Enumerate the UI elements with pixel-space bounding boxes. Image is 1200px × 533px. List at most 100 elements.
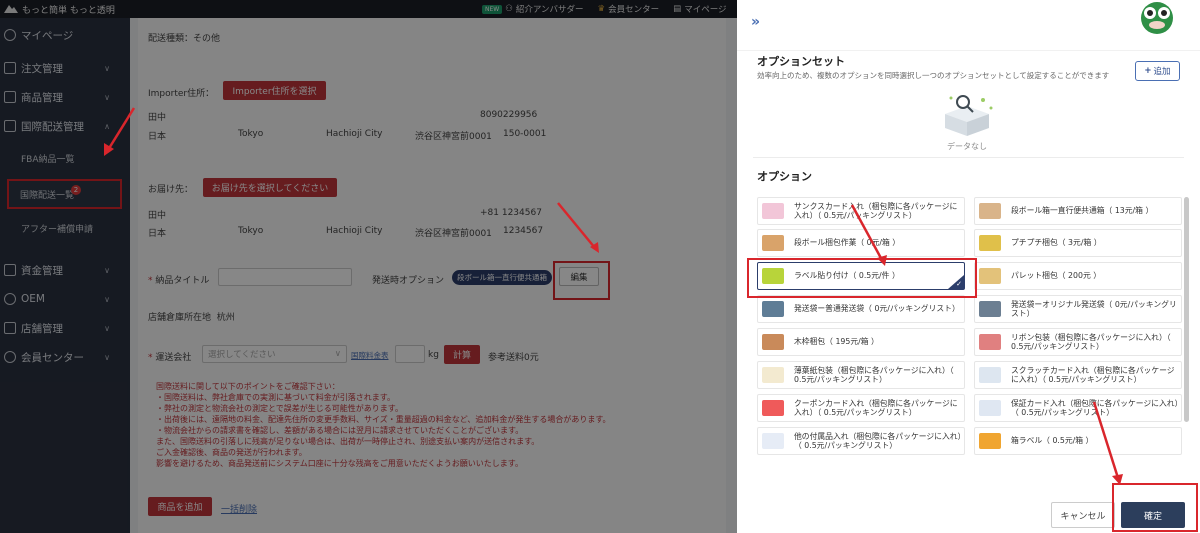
- intl-rates-link[interactable]: 国際料金表: [351, 350, 389, 361]
- orders-icon: [4, 62, 16, 74]
- confirm-button[interactable]: 確定: [1121, 502, 1185, 528]
- note-line: ・出荷後には、遠隔地の料金、配達先住所の変更手数料、サイズ・重量超過の料金など、…: [156, 415, 611, 424]
- carrier-select[interactable]: 選択してください ∨: [202, 345, 347, 363]
- option-card[interactable]: 発送袋ーオリジナル発送袋（ 0元/パッキングリスト）: [974, 295, 1182, 323]
- cancel-button[interactable]: キャンセル: [1051, 502, 1115, 528]
- option-label: 段ボール梱包作業（ 0元/箱 ）: [794, 238, 901, 248]
- empty-text: データなし: [947, 142, 987, 151]
- delivery-title-label: * 納品タイトル: [148, 276, 210, 286]
- delivery-title-input[interactable]: [218, 268, 352, 286]
- delivery-label: お届け先：: [148, 185, 194, 195]
- option-label: ラベル貼り付け（ 0.5元/件 ）: [794, 271, 900, 281]
- dashboard-icon: [4, 29, 16, 41]
- shop-icon: [4, 322, 16, 334]
- chevron-down-icon: ∨: [104, 265, 110, 275]
- select-importer-button[interactable]: Importer住所を選択: [223, 81, 326, 100]
- option-thumbnail-icon: [762, 433, 784, 449]
- option-thumbnail-icon: [979, 203, 1001, 219]
- option-drawer: » オプションセット 効率向上のため、複数のオプションを同時選択し一つのオプショ…: [737, 0, 1200, 533]
- mypage-label: マイページ: [684, 5, 727, 15]
- brand[interactable]: もっと簡単 もっと透明: [0, 3, 200, 16]
- option-label: スクラッチカード入れ（梱包際に各パッケージに入れ）（ 0.5元/パッキングリスト…: [1011, 365, 1175, 385]
- sidebar-item-after-service[interactable]: アフター補償申請: [0, 217, 130, 239]
- option-label: 薄葉紙包装（梱包際に各パッケージに入れ）（ 0.5元/パッキングリスト）: [794, 365, 954, 385]
- sidebar-item-label: OEM: [21, 293, 45, 305]
- ambassador-link[interactable]: NEW ⚇ 紹介アンバサダー: [482, 3, 584, 15]
- chevron-down-icon: ∨: [104, 92, 110, 102]
- option-thumbnail-icon: [979, 301, 1001, 317]
- brand-tagline: もっと簡単 もっと透明: [22, 5, 115, 16]
- member-center-link[interactable]: ♛ 会員センター: [598, 3, 660, 15]
- sidebar-item-shops[interactable]: 店舗管理 ∨: [0, 315, 130, 341]
- option-label: クーポンカード入れ（梱包際に各パッケージに入れ）（ 0.5元/パッキングリスト）: [794, 398, 958, 418]
- ship-option-tag: 段ボール箱一直行便共通箱: [452, 270, 552, 285]
- sidebar-item-funds[interactable]: 資金管理 ∨: [0, 257, 130, 283]
- avatar[interactable]: [1137, 0, 1177, 36]
- importer-country: 日本: [148, 132, 167, 142]
- chevron-up-icon: ∧: [104, 121, 110, 131]
- collapse-icon[interactable]: »: [751, 14, 760, 30]
- sidebar-item-products[interactable]: 商品管理 ∨: [0, 84, 130, 110]
- add-product-button[interactable]: 商品を追加: [148, 497, 212, 516]
- note-line: 国際送料に関して以下のポイントをご確認下さい：: [156, 382, 340, 391]
- sidebar-item-label: アフター補償申請: [21, 224, 94, 235]
- option-card[interactable]: 保証カード入れ（梱包際に各パッケージに入れ）（ 0.5元/パッキングリスト）: [974, 394, 1182, 422]
- option-card[interactable]: リボン包装（梱包際に各パッケージに入れ）（ 0.5元/パッキングリスト）: [974, 328, 1182, 356]
- sidebar-item-member-center[interactable]: 会員センター ∨: [0, 344, 130, 370]
- mypage-icon: ▤: [673, 4, 682, 14]
- option-card[interactable]: 箱ラベル（ 0.5元/箱 ）: [974, 427, 1182, 455]
- member-center-label: 会員センター: [608, 5, 660, 15]
- option-label: サンクスカード入れ（梱包際に各パッケージに入れ）（ 0.5元/パッキングリスト）: [794, 201, 958, 221]
- importer-street: 渋谷区神宮前0001: [415, 132, 492, 142]
- shipping-type-card: 配送種類：その他: [138, 18, 726, 78]
- sidebar-item-oem[interactable]: OEM ∨: [0, 286, 130, 312]
- calculate-button[interactable]: 計算: [444, 345, 480, 364]
- option-card[interactable]: クーポンカード入れ（梱包際に各パッケージに入れ）（ 0.5元/パッキングリスト）: [757, 394, 965, 422]
- option-label: パレット梱包（ 200元 ）: [1011, 271, 1102, 281]
- option-thumbnail-icon: [762, 334, 784, 350]
- shipping-notes: 国際送料に関して以下のポイントをご確認下さい： ・国際送料は、弊社倉庫での実測に…: [156, 381, 626, 469]
- products-icon: [4, 91, 16, 103]
- shipping-type: 配送種類：その他: [148, 34, 221, 44]
- add-option-set-button[interactable]: + 追加: [1135, 61, 1180, 81]
- option-card[interactable]: スクラッチカード入れ（梱包際に各パッケージに入れ）（ 0.5元/パッキングリスト…: [974, 361, 1182, 389]
- option-set-title: オプションセット: [757, 55, 845, 68]
- sidebar-item-label: 国際配送一覧: [20, 190, 75, 201]
- option-thumbnail-icon: [979, 268, 1001, 284]
- option-card[interactable]: プチプチ梱包（ 3元/箱 ）: [974, 229, 1182, 257]
- sidebar: マイページ 注文管理 ∨ 商品管理 ∨ 国際配送管理 ∧ FBA納品一覧 国際配…: [0, 18, 130, 533]
- option-card[interactable]: 発送袋ー普通発送袋（ 0元/パッキングリスト）: [757, 295, 965, 323]
- select-delivery-button[interactable]: お届け先を選択してください: [203, 178, 337, 197]
- sidebar-item-mypage[interactable]: マイページ: [0, 22, 130, 48]
- scrollbar[interactable]: [1184, 197, 1189, 422]
- header-divider: [737, 50, 1200, 51]
- sidebar-item-intl-list[interactable]: 国際配送一覧 2: [7, 179, 122, 209]
- delivery-street: 渋谷区神宮前0001: [415, 229, 492, 239]
- option-card[interactable]: サンクスカード入れ（梱包際に各パッケージに入れ）（ 0.5元/パッキングリスト）: [757, 197, 965, 225]
- bulk-delete-link[interactable]: 一括削除: [221, 502, 257, 515]
- option-card[interactable]: 木枠梱包（ 195元/箱 ）: [757, 328, 965, 356]
- carrier-label: * 運送会社: [148, 353, 192, 363]
- plus-icon: +: [1144, 66, 1152, 76]
- option-card[interactable]: 薄葉紙包装（梱包際に各パッケージに入れ）（ 0.5元/パッキングリスト）: [757, 361, 965, 389]
- note-line: ご入金確認後、商品の発送が行われます。: [156, 448, 307, 457]
- option-card[interactable]: 段ボール梱包作業（ 0元/箱 ）: [757, 229, 965, 257]
- weight-input[interactable]: [395, 345, 425, 363]
- option-card[interactable]: ラベル貼り付け（ 0.5元/件 ） ✓: [757, 262, 965, 290]
- sidebar-item-orders[interactable]: 注文管理 ∨: [0, 55, 130, 81]
- highlight-box: [553, 261, 610, 300]
- sidebar-item-fba-list[interactable]: FBA納品一覧: [0, 147, 130, 169]
- mypage-link[interactable]: ▤ マイページ: [673, 3, 726, 15]
- sidebar-item-label: 商品管理: [21, 91, 63, 104]
- option-card[interactable]: 他の付属品入れ（梱包際に各パッケージに入れ）（ 0.5元/パッキングリスト）: [757, 427, 965, 455]
- option-label: 箱ラベル（ 0.5元/箱 ）: [1011, 436, 1094, 446]
- option-card[interactable]: 段ボール箱一直行便共通箱（ 13元/箱 ）: [974, 197, 1182, 225]
- sidebar-item-label: 店舗管理: [21, 322, 63, 335]
- importer-city: Tokyo: [238, 129, 264, 139]
- option-thumbnail-icon: [979, 334, 1001, 350]
- option-label: リボン包装（梱包際に各パッケージに入れ）（ 0.5元/パッキングリスト）: [1011, 332, 1171, 352]
- sidebar-item-intl-shipping[interactable]: 国際配送管理 ∧: [0, 113, 130, 139]
- option-card[interactable]: パレット梱包（ 200元 ）: [974, 262, 1182, 290]
- ambassador-label: 紹介アンバサダー: [515, 5, 584, 15]
- option-thumbnail-icon: [762, 235, 784, 251]
